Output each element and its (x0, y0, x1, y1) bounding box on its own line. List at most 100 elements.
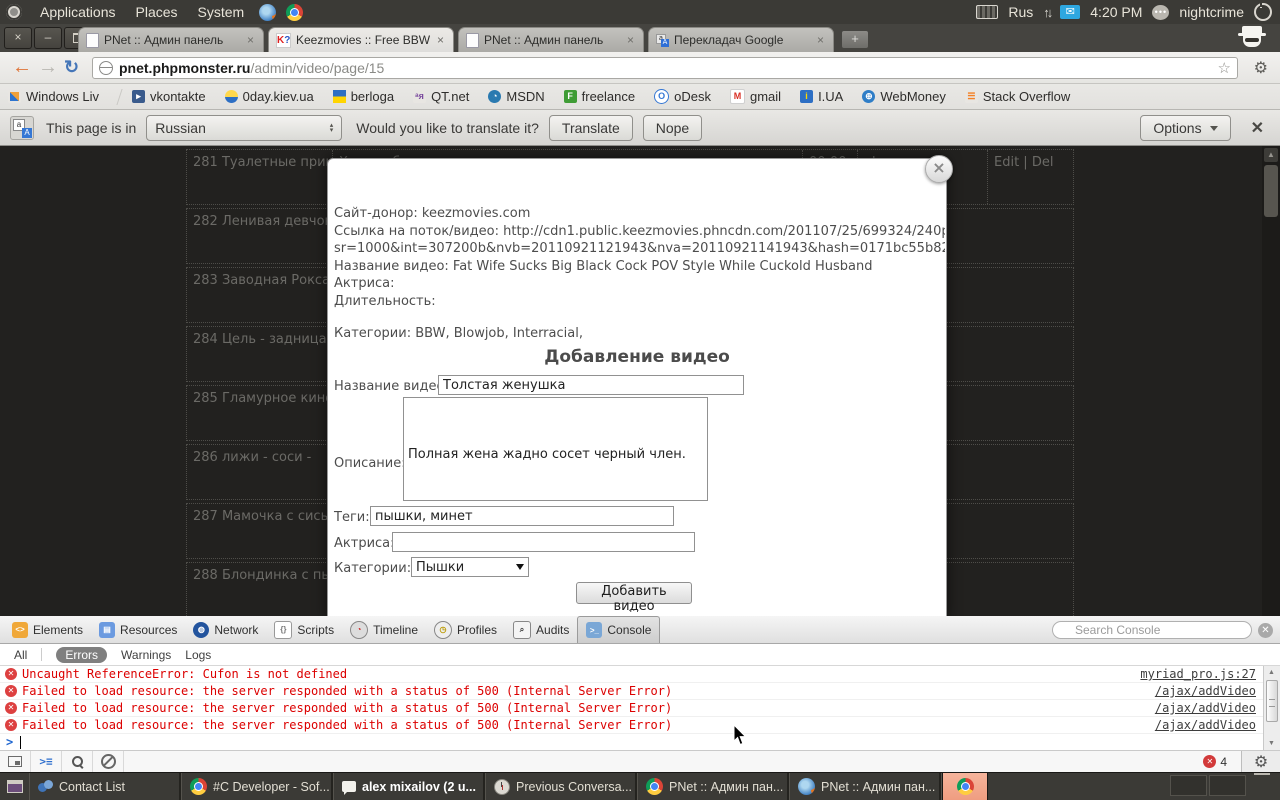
wrench-menu-icon[interactable]: ⚙ (1254, 58, 1268, 78)
bookmark-star-icon[interactable]: ☆ (1218, 59, 1231, 77)
window-close-button[interactable]: × (4, 27, 32, 49)
bookmark-berloga[interactable]: berloga (332, 89, 394, 104)
mail-notification-icon[interactable]: ✉ (1060, 5, 1081, 19)
dock-toggle-button[interactable] (0, 751, 31, 772)
devtools-tab-profiles[interactable]: ◷ Profiles (426, 616, 505, 643)
task-contact-list[interactable]: Contact List (30, 773, 182, 800)
back-button[interactable]: ← (12, 55, 32, 79)
bookmark-vkontakte[interactable]: ▸ vkontakte (131, 89, 206, 104)
task-chat-alex[interactable]: alex mixailov (2 u... (334, 773, 486, 800)
console-scrollbar[interactable]: ▲ ▼ (1263, 666, 1280, 750)
filter-errors[interactable]: Errors (56, 646, 108, 663)
show-desktop-button[interactable] (0, 773, 30, 800)
devtools-tab-scripts[interactable]: {} Scripts (266, 616, 342, 643)
actress-input[interactable] (392, 532, 695, 552)
description-textarea[interactable]: Полная жена жадно сосет черный член. (403, 397, 708, 501)
network-sync-icon[interactable]: ↑↓ (1043, 5, 1053, 20)
devtools-tab-elements[interactable]: <> Elements (4, 616, 91, 643)
tab-close-icon[interactable]: × (815, 33, 826, 47)
power-icon[interactable] (1254, 1, 1272, 21)
bookmark-stackoverflow[interactable]: ☰ Stack Overflow (964, 89, 1070, 104)
scrollbar-thumb[interactable] (1264, 165, 1278, 217)
devtools-tab-console[interactable]: >_ Console (577, 616, 661, 643)
chrome-launcher-icon[interactable] (286, 3, 304, 21)
task-active-chrome[interactable] (942, 773, 988, 800)
tags-input[interactable] (370, 506, 674, 526)
page-scrollbar[interactable]: ▲ (1262, 146, 1280, 616)
omnibox[interactable]: pnet.phpmonster.ru /admin/video/page/15 … (92, 57, 1238, 79)
user-menu[interactable]: nightcrime (1179, 4, 1244, 20)
error-source-link[interactable]: /ajax/addVideo (1155, 684, 1256, 698)
devtools-close-button[interactable]: ✕ (1258, 623, 1273, 638)
modal-close-button[interactable]: × (925, 155, 953, 183)
devtools-tab-audits[interactable]: ⌕ Audits (505, 616, 577, 643)
tab-keezmovies[interactable]: K? Keezmovies :: Free BBW S × (268, 27, 454, 52)
scroll-up-arrow[interactable]: ▲ (1268, 669, 1275, 676)
bookmark-msdn[interactable]: ◔ MSDN (488, 89, 545, 104)
console-prompt[interactable]: > (0, 734, 1280, 750)
tab-close-icon[interactable]: × (625, 33, 636, 47)
task-previous-conversations[interactable]: Previous Conversa... (486, 773, 638, 800)
console-search-input[interactable] (1052, 621, 1252, 639)
filter-all[interactable]: All (14, 648, 27, 662)
bookmark-qtnet[interactable]: ᵃᴙ QT.net (413, 89, 469, 104)
bookmark-0day[interactable]: 0day.kiev.ua (224, 89, 314, 104)
bookmark-webmoney[interactable]: ⊕ WebMoney (862, 89, 946, 104)
devtools-tab-timeline[interactable]: ◔ Timeline (342, 616, 426, 643)
menu-applications[interactable]: Applications (30, 0, 126, 24)
scroll-down-arrow[interactable]: ▼ (1268, 740, 1275, 747)
task-pnet-firefox[interactable]: PNet :: Админ пан... (790, 773, 942, 800)
tab-pnet-admin-1[interactable]: PNet :: Админ панель × (78, 27, 264, 52)
error-source-link[interactable]: myriad_pro.js:27 (1140, 667, 1256, 681)
translate-button[interactable]: Translate (548, 114, 633, 141)
options-button[interactable]: Options (1140, 114, 1231, 141)
trash-applet[interactable] (1256, 776, 1274, 795)
tab-google-translate[interactable]: Перекладач Google × (648, 27, 834, 52)
clock[interactable]: 4:20 PM (1090, 4, 1142, 20)
inspect-button[interactable] (62, 751, 93, 772)
firefox-launcher-icon[interactable] (259, 3, 277, 21)
workspace-2[interactable] (1209, 775, 1246, 796)
video-name-input[interactable] (438, 375, 744, 395)
bookmark-iua[interactable]: i I.UA (800, 89, 843, 104)
tab-close-icon[interactable]: × (435, 33, 446, 47)
error-source-link[interactable]: /ajax/addVideo (1155, 718, 1256, 732)
console-toggle-button[interactable]: >≡ (31, 751, 62, 772)
new-tab-button[interactable]: + (842, 31, 868, 48)
category-select[interactable]: Пышки (411, 557, 529, 577)
bookmark-windows-live[interactable]: Windows Liv (8, 89, 99, 104)
bookmark-freelance[interactable]: F freelance (563, 89, 635, 104)
keyboard-layout-label[interactable]: Rus (1008, 4, 1033, 20)
workspace-1[interactable] (1170, 775, 1207, 796)
filter-warnings[interactable]: Warnings (121, 648, 171, 662)
workspace-switcher[interactable] (1170, 775, 1246, 796)
forward-button[interactable]: → (38, 55, 58, 79)
error-count[interactable]: 4 (1220, 755, 1227, 769)
menu-system[interactable]: System (188, 0, 255, 24)
infobar-close-icon[interactable]: ✕ (1245, 118, 1270, 138)
task-chrome-developer[interactable]: #C Developer - Sof... (182, 773, 334, 800)
scroll-up-arrow[interactable]: ▲ (1264, 148, 1278, 162)
add-video-button[interactable]: Добавить видео (576, 582, 692, 614)
reload-button[interactable]: ↻ (64, 55, 79, 79)
devtools-tab-network[interactable]: ◍ Network (185, 616, 266, 643)
clear-console-button[interactable] (93, 751, 124, 772)
tab-close-icon[interactable]: × (245, 33, 256, 47)
error-source-link[interactable]: /ajax/addVideo (1155, 701, 1256, 715)
bookmark-gmail[interactable]: M gmail (729, 89, 781, 104)
filter-logs[interactable]: Logs (185, 648, 211, 662)
chat-status-icon[interactable]: ••• (1152, 4, 1170, 20)
scrollbar-thumb[interactable] (1266, 680, 1278, 722)
task-pnet-chrome[interactable]: PNet :: Админ пан... (638, 773, 790, 800)
ubuntu-logo-icon[interactable] (6, 4, 22, 20)
tab-pnet-admin-2[interactable]: PNet :: Админ панель × (458, 27, 644, 52)
window-minimize-button[interactable]: – (34, 27, 62, 49)
keyboard-layout-icon[interactable] (976, 5, 999, 19)
settings-gear-button[interactable]: ⚙ (1241, 751, 1280, 772)
error-count-icon[interactable]: ✕ (1203, 755, 1217, 768)
bookmark-odesk[interactable]: O oDesk (654, 89, 711, 104)
menu-places[interactable]: Places (126, 0, 188, 24)
devtools-tab-resources[interactable]: ▤ Resources (91, 616, 185, 643)
nope-button[interactable]: Nope (642, 114, 703, 141)
language-select[interactable]: Russian ▴ ▾ (146, 114, 343, 141)
